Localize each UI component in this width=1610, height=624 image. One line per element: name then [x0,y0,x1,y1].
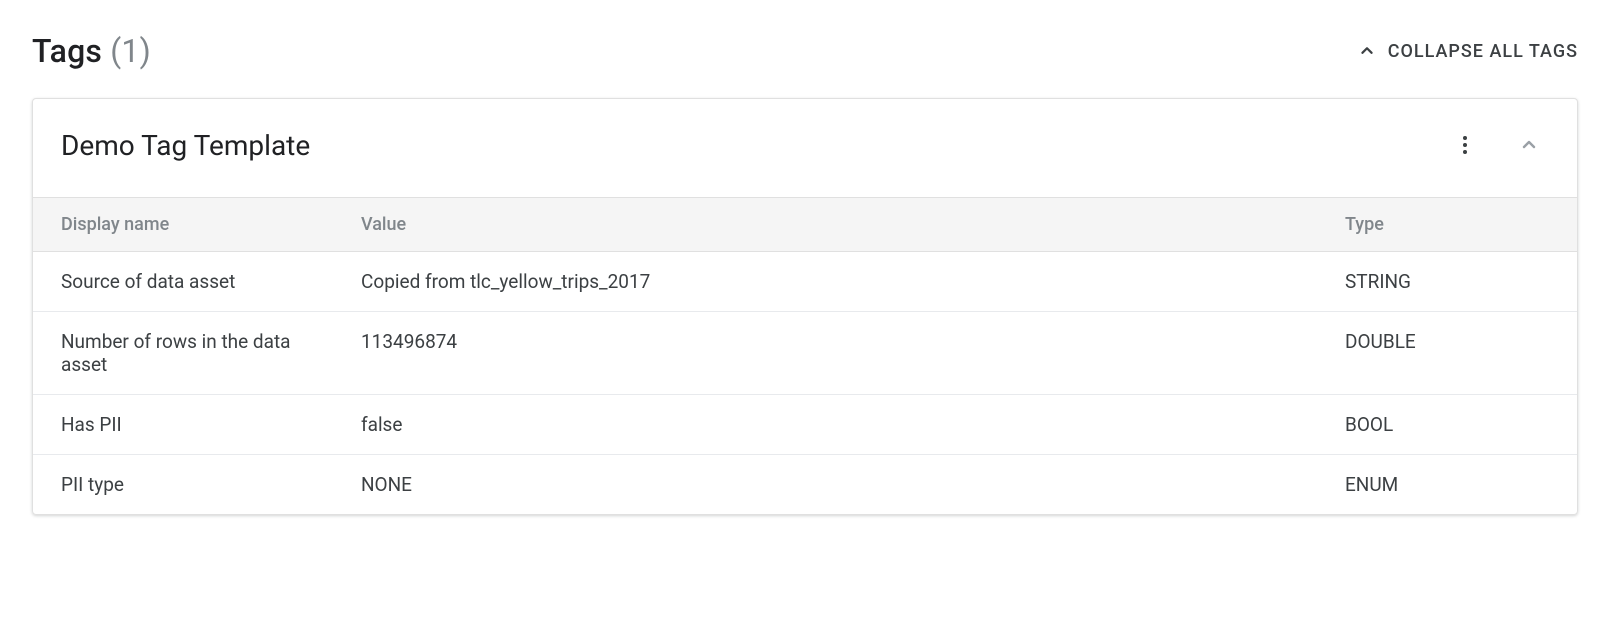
tags-section-header: Tags (1) COLLAPSE ALL TAGS [32,32,1578,70]
chevron-up-icon [1517,133,1541,157]
cell-value: false [333,395,1317,455]
table-row: PII type NONE ENUM [33,455,1577,515]
tag-card-header: Demo Tag Template [33,99,1577,197]
cell-value: NONE [333,455,1317,515]
table-header-row: Display name Value Type [33,198,1577,252]
section-title: Tags (1) [32,32,151,70]
cell-type: STRING [1317,252,1577,312]
cell-value: 113496874 [333,312,1317,395]
collapse-all-tags-button[interactable]: COLLAPSE ALL TAGS [1356,40,1578,62]
section-count: (1) [110,32,151,70]
table-row: Number of rows in the data asset 1134968… [33,312,1577,395]
cell-display-name: Has PII [33,395,333,455]
col-header-value: Value [333,198,1317,252]
tag-fields-table: Display name Value Type Source of data a… [33,197,1577,514]
table-row: Source of data asset Copied from tlc_yel… [33,252,1577,312]
tag-card-title: Demo Tag Template [61,129,1421,162]
collapse-all-label: COLLAPSE ALL TAGS [1388,41,1578,62]
col-header-type: Type [1317,198,1577,252]
tag-card: Demo Tag Template Display name Value Typ… [32,98,1578,515]
cell-type: BOOL [1317,395,1577,455]
more-options-button[interactable] [1445,125,1485,165]
cell-display-name: Source of data asset [33,252,333,312]
cell-type: ENUM [1317,455,1577,515]
table-row: Has PII false BOOL [33,395,1577,455]
cell-value: Copied from tlc_yellow_trips_2017 [333,252,1317,312]
cell-display-name: Number of rows in the data asset [33,312,333,395]
collapse-card-button[interactable] [1509,125,1549,165]
cell-display-name: PII type [33,455,333,515]
more-vert-icon [1453,133,1477,157]
section-title-text: Tags [32,32,102,70]
cell-type: DOUBLE [1317,312,1577,395]
chevron-up-icon [1356,40,1378,62]
col-header-display-name: Display name [33,198,333,252]
